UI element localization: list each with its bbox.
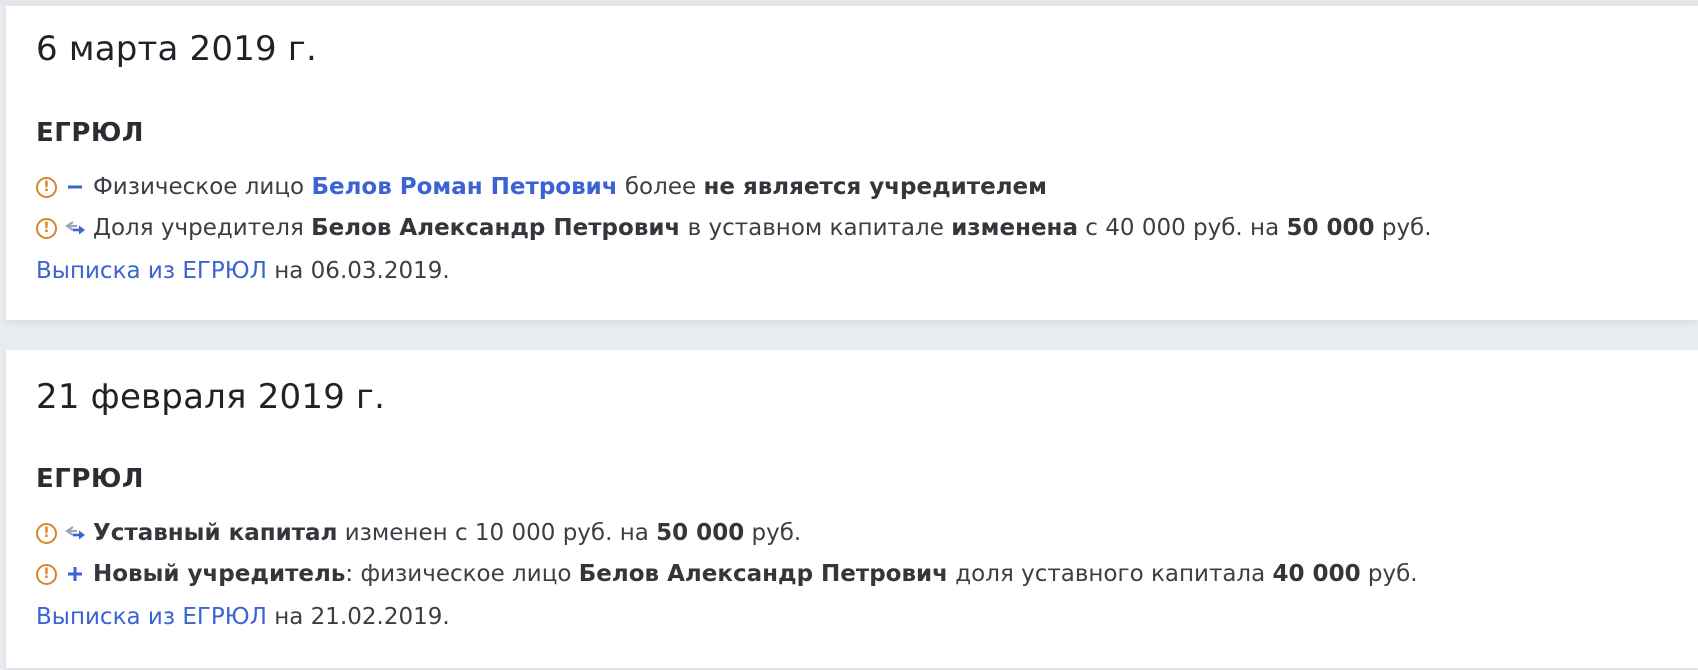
currency: руб. [751,520,802,546]
change-row-share-changed: ! Доля учредителя Белов Александр Петров… [36,211,1432,245]
extract-row: Выписка из ЕГРЮЛ на 21.02.2019. [36,600,450,634]
row-text: Физическое лицо [93,174,305,200]
event-date: 6 марта 2019 г. [36,29,317,69]
row-text: в уставном капитале [687,215,944,241]
row-text: изменен с 10 000 руб. на [344,520,649,546]
person-name: Белов Александр Петрович [578,561,948,587]
row-text: более [624,174,697,200]
warning-icon: ! [36,176,57,198]
warning-icon: ! [36,522,57,544]
person-link[interactable]: Белов Роман Петрович [311,174,617,200]
field-name: Уставный капитал [93,520,338,546]
extract-date-text: на 21.02.2019. [274,604,450,630]
change-row-new-founder: ! Новый учредитель: физическое лицо Бело… [36,557,1418,591]
section-title: ЕГРЮЛ [36,118,144,148]
extract-date-text: на 06.03.2019. [274,258,450,284]
change-status: изменена [951,215,1078,241]
event-date: 21 февраля 2019 г. [36,377,386,417]
warning-icon: ! [36,563,57,585]
status-text: не является учредителем [703,174,1047,200]
extract-link[interactable]: Выписка из ЕГРЮЛ [36,604,267,630]
row-text: : физическое лицо [345,561,572,587]
currency: руб. [1367,561,1418,587]
event-card-2019-02-21: 21 февраля 2019 г. ЕГРЮЛ ! Уставный капи… [6,350,1698,668]
warning-icon: ! [36,217,57,239]
extract-link[interactable]: Выписка из ЕГРЮЛ [36,258,267,284]
row-text: Доля учредителя [93,215,304,241]
amount: 50 000 [656,520,745,546]
row-text: доля уставного капитала [955,561,1266,587]
amount: 40 000 [1272,561,1361,587]
change-row-capital-changed: ! Уставный капитал изменен с 10 000 руб.… [36,516,801,550]
change-row-founder-removed: ! Физическое лицо Белов Роман Петрович б… [36,170,1047,204]
currency: руб. [1381,215,1432,241]
change-arrow-icon [65,525,85,541]
minus-icon [65,179,85,195]
event-card-2019-03-06: 6 марта 2019 г. ЕГРЮЛ ! Физическое лицо … [6,6,1698,320]
field-name: Новый учредитель [93,561,346,587]
section-title: ЕГРЮЛ [36,464,144,494]
amount: 50 000 [1286,215,1375,241]
person-name: Белов Александр Петрович [311,215,681,241]
row-text: с 40 000 руб. на [1085,215,1280,241]
plus-icon [65,566,85,582]
extract-row: Выписка из ЕГРЮЛ на 06.03.2019. [36,254,450,288]
change-arrow-icon [65,220,85,236]
